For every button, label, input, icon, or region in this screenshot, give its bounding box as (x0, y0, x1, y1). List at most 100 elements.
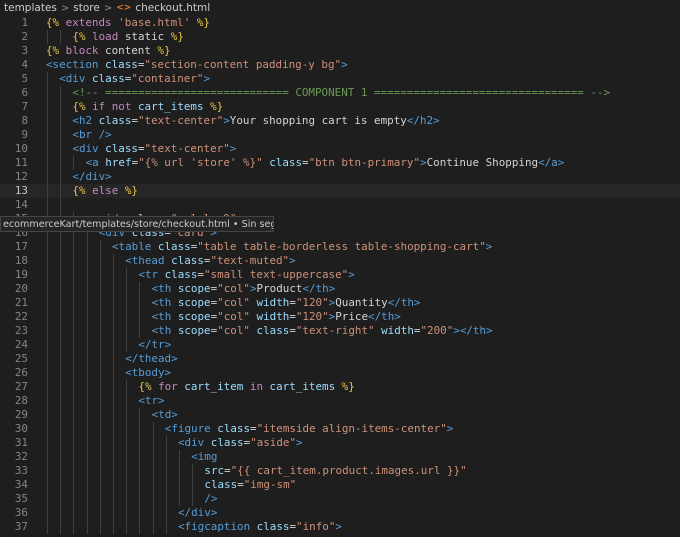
code-text: <div class="container"> (59, 72, 210, 86)
code-line[interactable]: 13 {% else %} (0, 184, 680, 198)
indent-guide (47, 324, 48, 338)
code-line[interactable]: 7 {% if not cart_items %} (0, 100, 680, 114)
code-line[interactable]: 10 <div class="text-center"> (0, 142, 680, 156)
code-token: <td> (151, 408, 178, 421)
code-line[interactable]: 37 <figcaption class="info"> (0, 520, 680, 534)
code-text: <table class="table table-borderless tab… (112, 240, 492, 254)
code-editor[interactable]: ecommerceKart/templates/store/checkout.h… (0, 16, 680, 537)
code-token: class (85, 72, 125, 85)
code-line[interactable]: 18 <thead class="text-muted"> (0, 254, 680, 268)
code-line[interactable]: 26 <tbody> (0, 366, 680, 380)
code-line[interactable]: 28 <tr> (0, 394, 680, 408)
code-line[interactable]: 34 class="img-sm" (0, 478, 680, 492)
code-line[interactable]: 19 <tr class="small text-uppercase"> (0, 268, 680, 282)
code-text: <td> (152, 408, 178, 422)
code-line[interactable]: 30 <figure class="itemside align-items-ce… (0, 422, 680, 436)
indent-guide (60, 408, 62, 422)
indent-guide (60, 240, 62, 254)
code-line[interactable]: 32 <img (0, 450, 680, 464)
line-number: 26 (14, 366, 28, 379)
indent-guide (86, 296, 88, 310)
indent-guide (99, 478, 101, 492)
code-line[interactable]: 25 </thead> (0, 352, 680, 366)
indent-guide (47, 282, 48, 296)
indent-guide (152, 422, 154, 436)
code-token: class (164, 254, 204, 267)
code-token: %} (150, 44, 171, 57)
code-token: > (348, 268, 355, 281)
code-line[interactable]: 11 <a href="{% url 'store' %}" class="btn… (0, 156, 680, 170)
indent-guide (47, 142, 48, 156)
code-line[interactable]: 1 {% extends 'base.html' %} (0, 16, 680, 30)
code-token: extends (59, 16, 112, 29)
indent-guide (60, 436, 62, 450)
code-line[interactable]: 31 <div class="aside"> (0, 436, 680, 450)
code-text: {% else %} (72, 184, 138, 198)
indent-guide (113, 296, 114, 310)
code-line[interactable]: 2 {% load static %} (0, 30, 680, 44)
code-token: "itemside align-items-center" (256, 422, 447, 435)
indent-guide (126, 408, 128, 422)
code-token: "info" (296, 520, 336, 533)
code-text: <!-- ============================ COMPON… (72, 86, 610, 100)
indent-guide (192, 478, 194, 492)
code-line[interactable]: 4 <section class="section-content padding… (0, 58, 680, 72)
indent-guide (73, 380, 75, 394)
code-line[interactable]: 27 {% for cart_item in cart_items %} (0, 380, 680, 394)
code-token: %} (164, 30, 184, 43)
indent-guide (73, 436, 75, 450)
line-number: 10 (14, 142, 28, 155)
code-line[interactable]: 29 <td> (0, 408, 680, 422)
breadcrumb-file[interactable]: checkout.html (135, 2, 210, 14)
code-token: </thead> (125, 352, 178, 365)
code-token: 'base.html' (111, 16, 191, 29)
code-line[interactable]: 36 </div> (0, 506, 680, 520)
indent-guide (86, 282, 88, 296)
code-token: width (249, 296, 290, 309)
code-line[interactable]: 9 <br /> (0, 128, 680, 142)
indent-guide (139, 492, 141, 506)
code-line[interactable]: 6 <!-- ============================ COMPO… (0, 86, 680, 100)
breadcrumb-templates[interactable]: templates (4, 2, 57, 14)
indent-guide (99, 450, 101, 464)
chevron-right-icon: > (103, 2, 113, 14)
code-line[interactable]: 24 </tr> (0, 338, 680, 352)
code-line[interactable]: 35 /> (0, 492, 680, 506)
indent-guide (139, 324, 141, 338)
code-line[interactable]: 12 </div> (0, 170, 680, 184)
code-line[interactable]: 21 <th scope="col" width="120">Quantity</… (0, 296, 680, 310)
code-token: for (151, 380, 178, 393)
indent-guide (60, 352, 62, 366)
code-token: > (341, 58, 348, 71)
code-line[interactable]: 17 <table class="table table-borderless t… (0, 240, 680, 254)
code-token: </div> (178, 506, 218, 519)
indent-guide (99, 520, 101, 534)
code-token: if (85, 100, 106, 113)
code-token: > (296, 436, 303, 449)
code-token: width (374, 324, 414, 337)
code-line[interactable]: 14 (0, 198, 680, 212)
code-line[interactable]: 5 <div class="container"> (0, 72, 680, 86)
indent-guide (60, 506, 62, 520)
indent-guide (99, 282, 101, 296)
code-line[interactable]: 22 <th scope="col" width="120">Price</th> (0, 310, 680, 324)
code-line[interactable]: 33 src="{{ cart_item.product.images.url }… (0, 464, 680, 478)
code-line[interactable]: 3 {% block content %} (0, 44, 680, 58)
indent-guide (86, 380, 88, 394)
code-token: "{% url 'store' %}" (138, 156, 263, 169)
indent-guide (165, 520, 167, 534)
indent-guide (60, 520, 62, 534)
code-token: Product (256, 282, 303, 295)
code-token: "120" (295, 310, 329, 323)
code-token: block (59, 44, 99, 57)
code-line[interactable]: 8 <h2 class="text-center">Your shopping c… (0, 114, 680, 128)
breadcrumb-store[interactable]: store (73, 2, 100, 14)
code-text: <br /> (72, 128, 111, 142)
code-token: %} (190, 16, 210, 29)
indent-guide (139, 520, 141, 534)
code-text: {% load static %} (72, 30, 184, 44)
code-line[interactable]: 20 <th scope="col">Product</th> (0, 282, 680, 296)
indent-guide (73, 394, 75, 408)
code-line[interactable]: 23 <th scope="col" class="text-right" wid… (0, 324, 680, 338)
indent-guide (73, 240, 75, 254)
